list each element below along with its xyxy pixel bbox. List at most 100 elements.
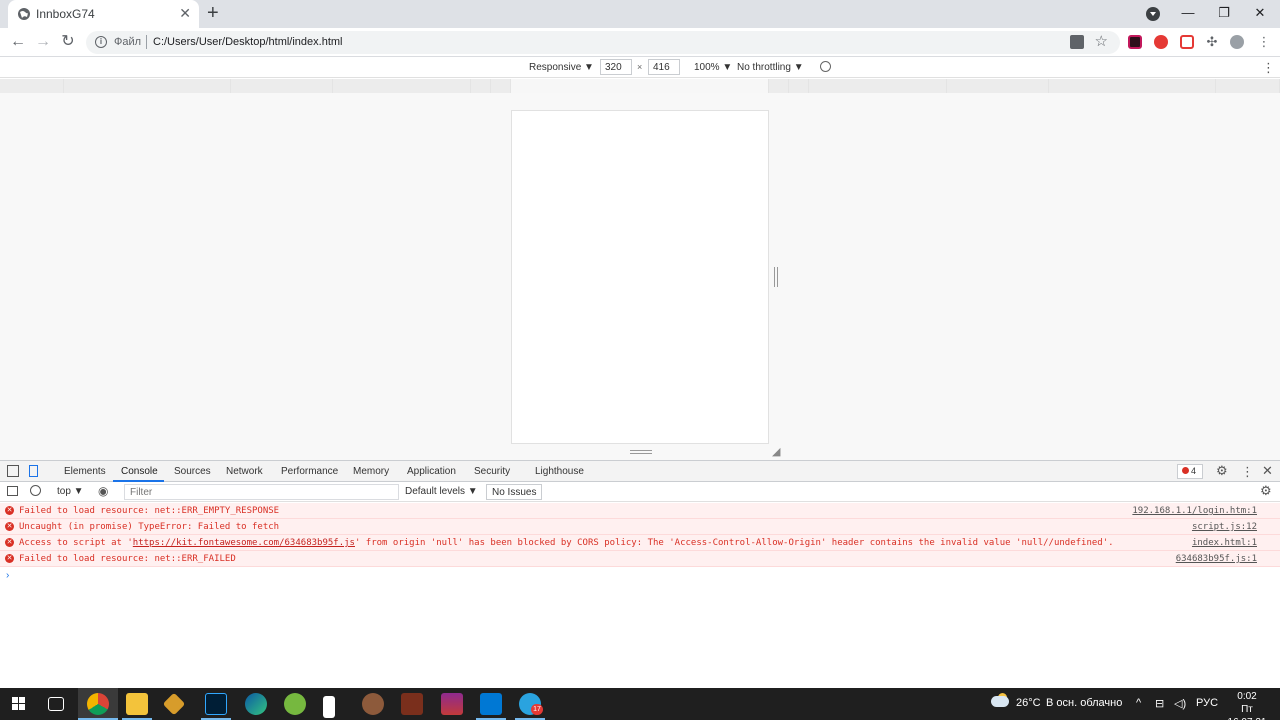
input-language[interactable]: РУС	[1196, 697, 1218, 709]
error-count: 4	[1191, 466, 1197, 476]
devtools-tabbar: Elements Console Sources Network Perform…	[0, 460, 1280, 482]
weather-temperature[interactable]: 26°C	[1016, 697, 1041, 709]
context-select[interactable]: top ▼	[57, 486, 84, 497]
game-app-icon-1[interactable]	[362, 693, 384, 715]
browser-tab[interactable]: InnboxG74 ✕	[8, 0, 199, 28]
ruler-segment[interactable]	[471, 79, 491, 93]
edge-icon[interactable]	[245, 693, 267, 715]
extension-icon-1[interactable]	[1128, 35, 1142, 49]
system-clock[interactable]: 0:02 Пт 16.07.21	[1222, 690, 1272, 720]
info-icon[interactable]: i	[95, 36, 107, 48]
zoom-select[interactable]: 100% ▼	[694, 62, 732, 73]
network-icon[interactable]: ⊟	[1155, 697, 1164, 710]
clear-console-icon[interactable]	[30, 485, 41, 496]
bookmark-star-icon[interactable]: ☆	[1095, 33, 1108, 51]
tab-search-icon[interactable]	[1146, 7, 1160, 21]
ruler-segment[interactable]	[64, 79, 231, 93]
menu-kebab-icon[interactable]: ⋮	[1254, 32, 1274, 52]
forward-icon[interactable]: →	[33, 32, 53, 52]
tray-chevron-up-icon[interactable]: ^	[1136, 697, 1141, 709]
close-window-button[interactable]: ✕	[1242, 0, 1278, 28]
ruler-segment[interactable]	[769, 79, 789, 93]
throttling-select[interactable]: No throttling ▼	[737, 62, 804, 73]
resize-handle-corner-icon[interactable]: ◢	[772, 447, 780, 458]
globe-icon	[18, 8, 30, 20]
eye-icon[interactable]: ◉	[98, 484, 108, 498]
devtools-menu-kebab-icon[interactable]: ⋮	[1241, 464, 1254, 480]
ruler-segment[interactable]	[809, 79, 947, 93]
telegram-icon[interactable]: 17	[519, 693, 543, 715]
ruler-segment[interactable]	[0, 79, 64, 93]
ruler-segment[interactable]	[231, 79, 333, 93]
tab-application[interactable]: Application	[407, 466, 456, 477]
source-link[interactable]: index.html:1	[1192, 538, 1257, 548]
file-explorer-icon[interactable]	[126, 693, 148, 715]
device-options-kebab-icon[interactable]: ⋮	[1262, 60, 1275, 76]
sublime-icon[interactable]	[162, 692, 186, 716]
ruler-segment[interactable]	[947, 79, 1049, 93]
puzzle-icon[interactable]: ✣	[1202, 32, 1222, 52]
tab-elements[interactable]: Elements	[64, 466, 106, 477]
windows-start-icon[interactable]	[12, 697, 26, 711]
source-link[interactable]: 192.168.1.1/login.htm:1	[1132, 506, 1257, 516]
ruler-segment[interactable]	[511, 79, 769, 93]
devtools-settings-gear-icon[interactable]: ⚙	[1216, 463, 1228, 479]
devtools-close-icon[interactable]: ✕	[1262, 463, 1273, 479]
task-view-icon[interactable]	[48, 697, 64, 711]
ruler-segment[interactable]	[1049, 79, 1216, 93]
new-tab-button[interactable]: +	[207, 3, 219, 23]
error-dot-icon	[1182, 467, 1189, 474]
tab-memory[interactable]: Memory	[353, 466, 389, 477]
console-settings-gear-icon[interactable]: ⚙	[1260, 483, 1272, 499]
ruler-segment[interactable]	[491, 79, 511, 93]
height-input[interactable]: 416	[648, 59, 680, 75]
tab-security[interactable]: Security	[474, 466, 510, 477]
ruler-segment[interactable]	[333, 79, 471, 93]
extension-icon-2[interactable]	[1154, 35, 1168, 49]
ruler-segment[interactable]	[789, 79, 809, 93]
rotate-icon[interactable]	[820, 61, 831, 72]
back-icon[interactable]: ←	[8, 32, 28, 52]
vscode-icon[interactable]	[480, 693, 502, 715]
inspect-element-icon[interactable]	[7, 465, 19, 477]
weather-cloud-icon[interactable]	[991, 696, 1009, 707]
tab-sources[interactable]: Sources	[174, 466, 211, 477]
sidebar-toggle-icon[interactable]	[7, 486, 18, 496]
restore-button[interactable]: ❐	[1206, 0, 1242, 28]
resize-handle-right[interactable]	[774, 267, 778, 287]
extension-icon-3[interactable]	[1180, 35, 1194, 49]
weather-description[interactable]: В осн. облачно	[1046, 697, 1122, 709]
resize-handle-bottom[interactable]	[630, 450, 652, 454]
console-filter-input[interactable]	[124, 484, 399, 500]
issues-button[interactable]: No Issues	[486, 484, 543, 500]
device-mode-select[interactable]: Responsive ▼	[529, 62, 594, 73]
tab-performance[interactable]: Performance	[281, 466, 338, 477]
ruler-segment[interactable]	[1216, 79, 1280, 93]
utorrent-icon[interactable]	[284, 693, 306, 715]
url-text[interactable]: C:/Users/User/Desktop/html/index.html	[153, 36, 343, 48]
tab-close-icon[interactable]: ✕	[179, 5, 191, 21]
tab-console[interactable]: Console	[121, 466, 158, 477]
minimize-button[interactable]: —	[1170, 0, 1206, 28]
address-bar[interactable]: i Файл C:/Users/User/Desktop/html/index.…	[86, 31, 1120, 54]
tab-network[interactable]: Network	[226, 466, 263, 477]
reload-icon[interactable]: ↻	[58, 32, 78, 52]
photoshop-icon[interactable]	[205, 693, 227, 715]
profile-avatar-icon[interactable]	[1230, 35, 1244, 49]
error-count-badge[interactable]: 4	[1177, 464, 1203, 479]
cursor-app-icon[interactable]	[323, 696, 335, 718]
source-link[interactable]: script.js:12	[1192, 522, 1257, 532]
winrar-icon[interactable]	[441, 693, 463, 715]
translate-icon[interactable]	[1070, 35, 1084, 49]
chrome-icon[interactable]	[87, 693, 109, 715]
device-viewport[interactable]	[511, 110, 769, 444]
console-prompt[interactable]: ›	[6, 570, 9, 581]
fontawesome-url-link[interactable]: https://kit.fontawesome.com/634683b95f.j…	[133, 538, 355, 548]
width-input[interactable]: 320	[600, 59, 632, 75]
log-levels-select[interactable]: Default levels ▼	[405, 486, 478, 497]
volume-icon[interactable]: ◁)	[1174, 697, 1186, 710]
device-toggle-icon[interactable]	[29, 465, 38, 477]
game-app-icon-2[interactable]	[401, 693, 423, 715]
tab-lighthouse[interactable]: Lighthouse	[535, 466, 584, 477]
source-link[interactable]: 634683b95f.js:1	[1176, 554, 1257, 564]
